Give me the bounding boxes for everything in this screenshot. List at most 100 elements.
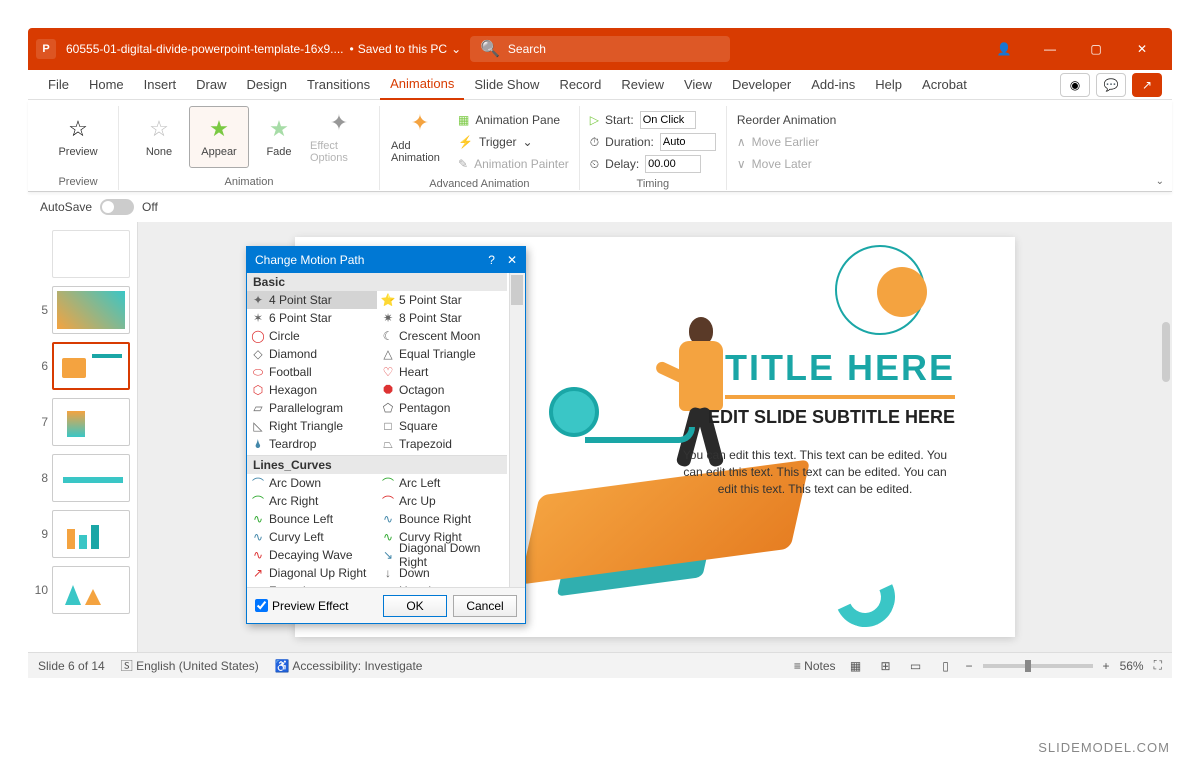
- doc-title[interactable]: 60555-01-digital-divide-powerpoint-templ…: [66, 42, 344, 56]
- motion-path-item[interactable]: ✦4 Point Star: [247, 291, 377, 309]
- cancel-button[interactable]: Cancel: [453, 595, 517, 617]
- motion-path-item[interactable]: ↓Down: [377, 564, 507, 582]
- tab-design[interactable]: Design: [237, 70, 297, 100]
- thumb-10[interactable]: [52, 566, 130, 614]
- motion-path-list[interactable]: Basic✦4 Point Star⭐5 Point Star✶6 Point …: [247, 273, 525, 587]
- tab-draw[interactable]: Draw: [186, 70, 236, 100]
- animation-fade[interactable]: ★ Fade: [249, 106, 309, 168]
- motion-path-item[interactable]: ✶6 Point Star: [247, 309, 377, 327]
- motion-path-item[interactable]: ∿Bounce Left: [247, 510, 377, 528]
- dialog-help-button[interactable]: ?: [488, 253, 495, 267]
- tab-developer[interactable]: Developer: [722, 70, 801, 100]
- motion-path-item[interactable]: ⯃Octagon: [377, 381, 507, 399]
- list-scrollbar[interactable]: [509, 273, 525, 587]
- collapse-ribbon-button[interactable]: ⌄: [1156, 176, 1164, 187]
- tab-review[interactable]: Review: [611, 70, 674, 100]
- tab-slideshow[interactable]: Slide Show: [464, 70, 549, 100]
- motion-path-item[interactable]: ⌒Arc Left: [377, 474, 507, 492]
- slide-counter[interactable]: Slide 6 of 14: [38, 659, 105, 673]
- close-button[interactable]: ✕: [1120, 34, 1164, 64]
- motion-path-item[interactable]: ⌒Arc Right: [247, 492, 377, 510]
- zoom-level[interactable]: 56%: [1120, 659, 1144, 673]
- zoom-out-button[interactable]: −: [966, 659, 973, 673]
- share-button[interactable]: ↗: [1132, 73, 1162, 97]
- autosave-toggle[interactable]: [100, 199, 134, 215]
- motion-path-item[interactable]: ⭐5 Point Star: [377, 291, 507, 309]
- thumb-4[interactable]: [52, 230, 130, 278]
- thumb-8[interactable]: [52, 454, 130, 502]
- zoom-slider[interactable]: [983, 664, 1093, 668]
- dialog-close-button[interactable]: ✕: [507, 253, 517, 267]
- motion-path-item[interactable]: ✷8 Point Star: [377, 309, 507, 327]
- zoom-in-button[interactable]: +: [1103, 659, 1110, 673]
- motion-path-item[interactable]: ⬡Hexagon: [247, 381, 377, 399]
- ok-button[interactable]: OK: [383, 595, 447, 617]
- motion-path-item[interactable]: ☾Crescent Moon: [377, 327, 507, 345]
- add-animation-button[interactable]: ✦ Add Animation: [390, 106, 450, 168]
- motion-path-item[interactable]: ⏢Trapezoid: [377, 435, 507, 453]
- motion-path-item[interactable]: ⌒Arc Down: [247, 474, 377, 492]
- language-button[interactable]: 🅂 English (United States): [121, 657, 259, 674]
- notes-button[interactable]: ≡ Notes: [794, 659, 836, 673]
- tab-acrobat[interactable]: Acrobat: [912, 70, 977, 100]
- sorter-view-button[interactable]: ⊞: [876, 658, 896, 674]
- slide-title[interactable]: TITLE HERE: [725, 347, 955, 399]
- profile-icon[interactable]: 👤: [982, 34, 1026, 64]
- tab-home[interactable]: Home: [79, 70, 134, 100]
- normal-view-button[interactable]: ▦: [846, 658, 866, 674]
- tab-help[interactable]: Help: [865, 70, 912, 100]
- start-input[interactable]: [640, 111, 696, 129]
- tab-record[interactable]: Record: [549, 70, 611, 100]
- motion-path-item[interactable]: ◯Circle: [247, 327, 377, 345]
- comments-button[interactable]: 💬: [1096, 73, 1126, 97]
- motion-path-item[interactable]: ⬭Football: [247, 363, 377, 381]
- animation-none[interactable]: ☆ None: [129, 106, 189, 168]
- search-input[interactable]: [508, 42, 663, 56]
- motion-path-item[interactable]: ▱Parallelogram: [247, 399, 377, 417]
- preview-effect-check[interactable]: [255, 599, 268, 612]
- motion-path-item[interactable]: □Square: [377, 417, 507, 435]
- accessibility-button[interactable]: ♿ Accessibility: Investigate: [275, 659, 423, 673]
- animation-appear[interactable]: ★ Appear: [189, 106, 249, 168]
- canvas-scrollbar[interactable]: [1162, 322, 1170, 382]
- motion-path-item[interactable]: ♡Heart: [377, 363, 507, 381]
- slide-subtitle[interactable]: EDIT SLIDE SUBTITLE HERE: [708, 407, 955, 428]
- reading-view-button[interactable]: ▭: [906, 658, 926, 674]
- motion-path-item[interactable]: ↘Diagonal Down Right: [377, 546, 507, 564]
- slideshow-view-button[interactable]: ▯: [936, 658, 956, 674]
- animation-pane-button[interactable]: ▦Animation Pane: [458, 110, 569, 130]
- slide-body-text[interactable]: You can edit this text. This text can be…: [675, 447, 955, 497]
- thumb-7[interactable]: [52, 398, 130, 446]
- fit-window-button[interactable]: ⛶: [1154, 658, 1162, 673]
- minimize-button[interactable]: —: [1028, 34, 1072, 64]
- motion-path-item[interactable]: ∿Decaying Wave: [247, 546, 377, 564]
- tab-transitions[interactable]: Transitions: [297, 70, 380, 100]
- thumb-6[interactable]: [52, 342, 130, 390]
- tab-addins[interactable]: Add-ins: [801, 70, 865, 100]
- delay-input[interactable]: [645, 155, 701, 173]
- dialog-titlebar[interactable]: Change Motion Path ? ✕: [247, 247, 525, 273]
- motion-path-item[interactable]: ◺Right Triangle: [247, 417, 377, 435]
- motion-path-item[interactable]: ◇Diamond: [247, 345, 377, 363]
- motion-path-item[interactable]: ↗Diagonal Up Right: [247, 564, 377, 582]
- motion-path-item[interactable]: ⩙Heartbeat: [377, 582, 507, 587]
- thumb-5[interactable]: [52, 286, 130, 334]
- motion-path-item[interactable]: ∿Curvy Left: [247, 528, 377, 546]
- thumb-9[interactable]: [52, 510, 130, 558]
- maximize-button[interactable]: ▢: [1074, 34, 1118, 64]
- motion-path-item[interactable]: ⬠Pentagon: [377, 399, 507, 417]
- motion-path-item[interactable]: △Equal Triangle: [377, 345, 507, 363]
- duration-input[interactable]: [660, 133, 716, 151]
- camera-button[interactable]: ◉: [1060, 73, 1090, 97]
- motion-path-item[interactable]: ∿Bounce Right: [377, 510, 507, 528]
- search-box[interactable]: 🔍: [470, 36, 730, 62]
- motion-path-item[interactable]: ▽Funnel: [247, 582, 377, 587]
- tab-animations[interactable]: Animations: [380, 70, 464, 100]
- trigger-button[interactable]: ⚡Trigger ⌄: [458, 132, 569, 152]
- tab-view[interactable]: View: [674, 70, 722, 100]
- motion-path-item[interactable]: ⌒Arc Up: [377, 492, 507, 510]
- motion-path-item[interactable]: 🌢Teardrop: [247, 435, 377, 453]
- preview-effect-checkbox[interactable]: Preview Effect: [255, 599, 348, 613]
- tab-file[interactable]: File: [38, 70, 79, 100]
- tab-insert[interactable]: Insert: [134, 70, 187, 100]
